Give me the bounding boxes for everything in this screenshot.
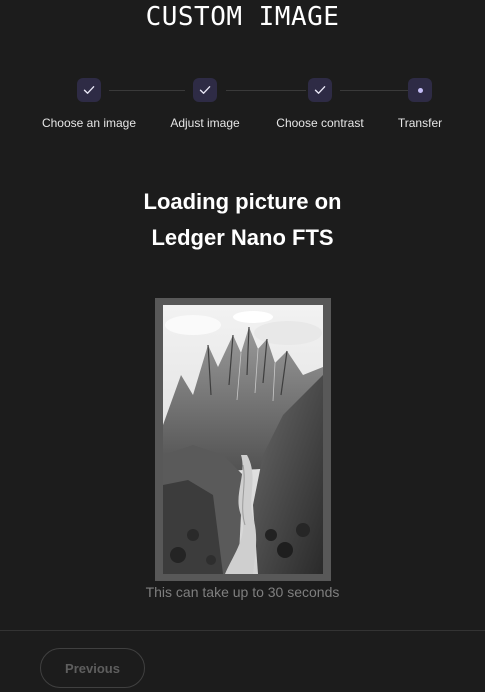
current-dot-icon: [417, 87, 423, 93]
loading-heading: Loading picture on Ledger Nano FTS: [0, 184, 485, 256]
step-transfer: Transfer: [360, 78, 480, 130]
step-label: Transfer: [397, 116, 443, 130]
step-complete-indicator: [77, 78, 101, 102]
step-complete-indicator: [193, 78, 217, 102]
check-icon: [314, 86, 326, 94]
heading-line: Ledger Nano FTS: [151, 225, 334, 250]
step-label: Adjust image: [170, 116, 240, 130]
heading-line: Loading picture on: [143, 189, 342, 214]
page-title: CUSTOM IMAGE: [145, 2, 340, 32]
step-adjust-image: Adjust image: [145, 78, 265, 130]
mountain-trail-image: [163, 305, 323, 574]
step-choose-image: Choose an image: [29, 78, 149, 130]
step-complete-indicator: [308, 78, 332, 102]
check-icon: [83, 86, 95, 94]
duration-note: This can take up to 30 seconds: [145, 584, 340, 600]
step-label: Choose an image: [41, 116, 137, 130]
step-current-indicator: [408, 78, 432, 102]
check-icon: [199, 86, 211, 94]
progress-stepper: Choose an image Adjust image Choose cont…: [0, 78, 485, 138]
footer-bar: Previous: [0, 630, 485, 692]
previous-button[interactable]: Previous: [40, 648, 145, 688]
image-preview-frame: [155, 298, 331, 581]
